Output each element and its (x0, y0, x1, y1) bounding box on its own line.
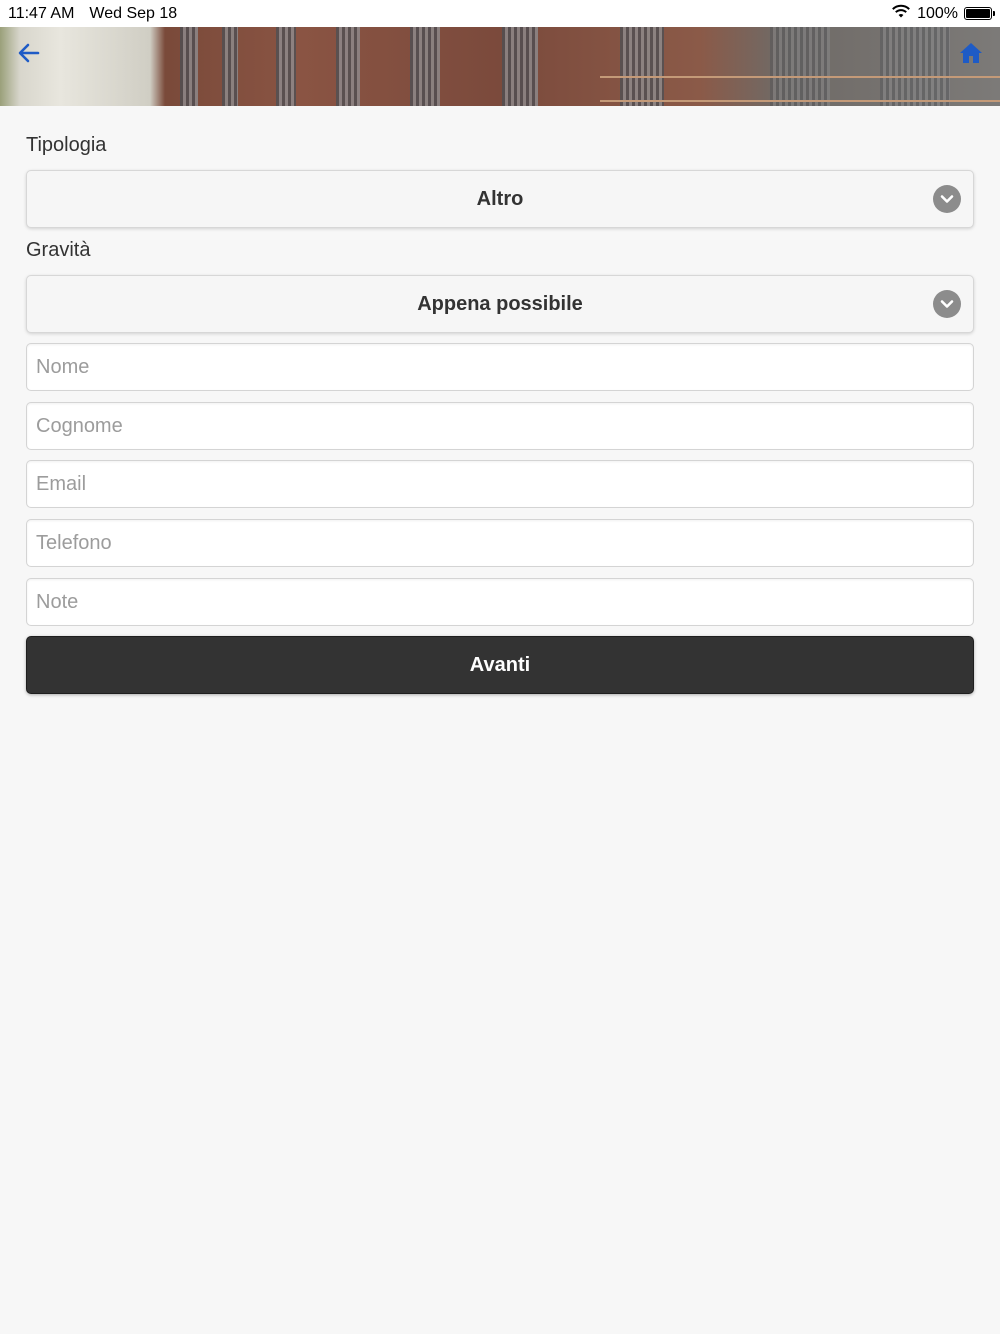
cognome-input[interactable] (26, 402, 974, 450)
back-button[interactable] (14, 40, 44, 70)
status-time: 11:47 AM (8, 4, 75, 22)
building-window (502, 27, 538, 106)
battery-icon (964, 7, 995, 20)
wifi-icon (891, 4, 911, 24)
telefono-input[interactable] (26, 519, 974, 567)
chevron-down-icon (933, 185, 961, 213)
scaffold (600, 76, 1000, 102)
chevron-down-icon (933, 290, 961, 318)
battery-percent: 100% (917, 4, 958, 22)
building-window (180, 27, 198, 106)
gravita-label: Gravità (26, 239, 91, 261)
status-date: Wed Sep 18 (89, 4, 178, 22)
tipologia-select[interactable]: Altro (26, 170, 974, 228)
note-input[interactable] (26, 578, 974, 626)
arrow-left-icon (16, 40, 42, 71)
gravita-value: Appena possibile (417, 292, 583, 315)
building-window (410, 27, 440, 106)
building-window (222, 27, 238, 106)
gravita-select[interactable]: Appena possibile (26, 275, 974, 333)
tipologia-label: Tipologia (26, 134, 107, 156)
email-input[interactable] (26, 460, 974, 508)
tipologia-value: Altro (476, 187, 524, 210)
home-button[interactable] (956, 40, 986, 70)
nome-input[interactable] (26, 343, 974, 391)
home-icon (958, 40, 984, 71)
status-right: 100% (891, 4, 995, 24)
avanti-button[interactable]: Avanti (26, 636, 974, 694)
building-window (336, 27, 360, 106)
header-banner (0, 27, 1000, 106)
building-window (276, 27, 296, 106)
status-bar: 11:47 AM Wed Sep 18 100% (0, 0, 1000, 27)
